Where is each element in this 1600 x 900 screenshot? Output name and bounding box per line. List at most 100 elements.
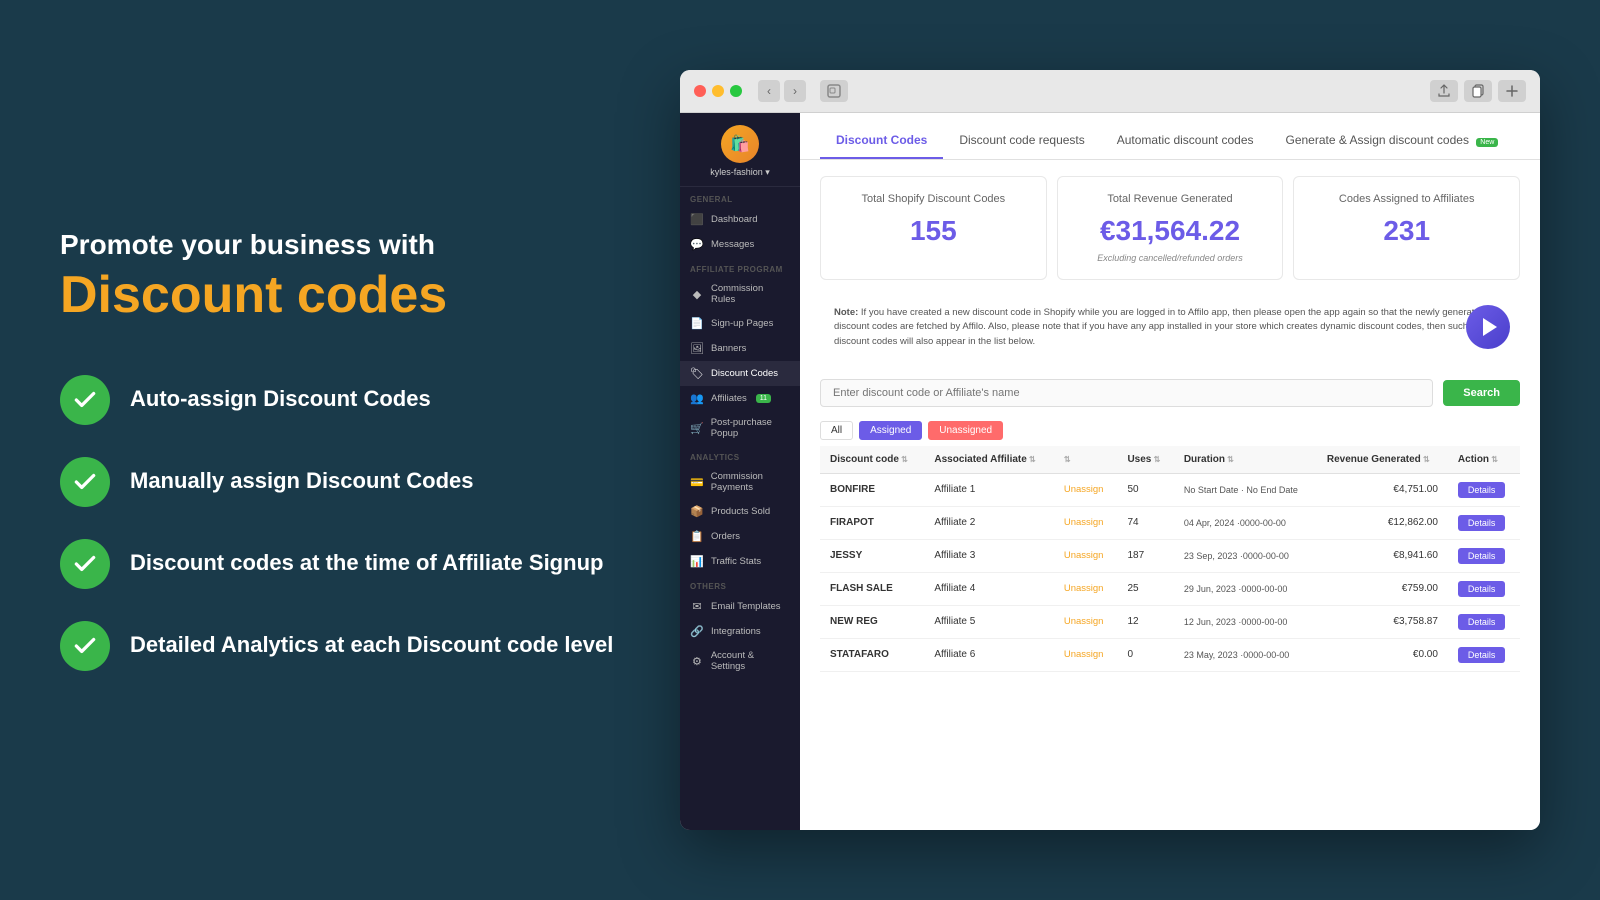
new-badge: New [1476,138,1498,147]
tab-discount-code-requests[interactable]: Discount code requests [943,127,1100,159]
traffic-stats-icon: 📊 [690,555,704,568]
stat-label-revenue: Total Revenue Generated [1074,193,1267,205]
filter-unassigned[interactable]: Unassigned [928,421,1003,440]
main-title: Discount codes [60,267,640,324]
commission-payments-label: Commission Payments [711,471,790,493]
tab-button[interactable] [820,80,848,102]
col-unassign [1054,446,1118,474]
sidebar-item-commission-payments[interactable]: 💳 Commission Payments [680,465,800,499]
note-box: Note: If you have created a new discount… [820,296,1520,359]
tab-generate-assign[interactable]: Generate & Assign discount codes New [1270,127,1515,159]
traffic-lights [694,85,742,97]
tabs-bar: Discount Codes Discount code requests Au… [800,113,1540,160]
col-revenue: Revenue Generated [1317,446,1448,474]
cell-action-2[interactable]: Details [1448,539,1520,572]
cell-action-5[interactable]: Details [1448,638,1520,671]
feature-list: Auto-assign Discount Codes Manually assi… [60,375,640,671]
sidebar-item-messages[interactable]: 💬 Messages [680,232,800,257]
tab-automatic-discount-codes[interactable]: Automatic discount codes [1101,127,1270,159]
filter-all[interactable]: All [820,421,853,440]
red-dot[interactable] [694,85,706,97]
cell-duration-3: 29 Jun, 2023 ·0000-00-00 [1174,572,1317,605]
cell-action-1[interactable]: Details [1448,506,1520,539]
col-action: Action [1448,446,1520,474]
share-button[interactable] [1430,80,1458,102]
sidebar-item-products-sold[interactable]: 📦 Products Sold [680,499,800,524]
cell-revenue-0: €4,751.00 [1317,473,1448,506]
search-button[interactable]: Search [1443,380,1520,406]
cell-affiliate-2: Affiliate 3 [924,539,1053,572]
cell-uses-2: 187 [1117,539,1173,572]
cell-unassign-5[interactable]: Unassign [1054,638,1118,671]
cell-action-0[interactable]: Details [1448,473,1520,506]
sidebar-item-signup-pages[interactable]: 📄 Sign-up Pages [680,311,800,336]
affiliates-badge: 11 [756,394,771,403]
sidebar-item-integrations[interactable]: 🔗 Integrations [680,619,800,644]
sidebar-item-affiliates[interactable]: 👥 Affiliates 11 [680,386,800,411]
table-row: BONFIRE Affiliate 1 Unassign 50 No Start… [820,473,1520,506]
table-row: STATAFARO Affiliate 6 Unassign 0 23 May,… [820,638,1520,671]
cell-uses-0: 50 [1117,473,1173,506]
play-triangle-icon [1483,318,1497,336]
stat-label-total-codes: Total Shopify Discount Codes [837,193,1030,205]
col-duration: Duration [1174,446,1317,474]
feature-item-1: Auto-assign Discount Codes [60,375,640,425]
sidebar-item-settings[interactable]: ⚙ Account & Settings [680,644,800,678]
store-name[interactable]: kyles-fashion ▾ [710,167,770,178]
sidebar-item-traffic-stats[interactable]: 📊 Traffic Stats [680,549,800,574]
sidebar-item-commission-rules[interactable]: ◆ Commission Rules [680,277,800,311]
sidebar-item-orders[interactable]: 📋 Orders [680,524,800,549]
sidebar: 🛍️ kyles-fashion ▾ GENERAL ⬛ Dashboard 💬… [680,113,800,830]
products-sold-icon: 📦 [690,505,704,518]
cell-unassign-2[interactable]: Unassign [1054,539,1118,572]
duplicate-button[interactable] [1464,80,1492,102]
feature-text-2: Manually assign Discount Codes [130,467,474,496]
table-row: JESSY Affiliate 3 Unassign 187 23 Sep, 2… [820,539,1520,572]
yellow-dot[interactable] [712,85,724,97]
browser-window: ‹ › [680,70,1540,830]
email-templates-icon: ✉ [690,600,704,613]
dashboard-label: Dashboard [711,214,757,225]
cell-code-0: BONFIRE [820,473,924,506]
search-row: Search [800,371,1540,415]
cell-unassign-0[interactable]: Unassign [1054,473,1118,506]
table-row: NEW REG Affiliate 5 Unassign 12 12 Jun, … [820,605,1520,638]
sidebar-item-discount-codes[interactable]: 🏷 Discount Codes [680,361,800,386]
table-container: Discount code Associated Affiliate Uses … [800,446,1540,672]
sidebar-item-banners[interactable]: 🖼 Banners [680,336,800,361]
cell-unassign-1[interactable]: Unassign [1054,506,1118,539]
browser-chrome: ‹ › [680,70,1540,113]
forward-button[interactable]: › [784,80,806,102]
stat-value-assigned: 231 [1310,215,1503,247]
table-row: FLASH SALE Affiliate 4 Unassign 25 29 Ju… [820,572,1520,605]
play-button[interactable] [1466,305,1510,349]
orders-icon: 📋 [690,530,704,543]
cell-action-3[interactable]: Details [1448,572,1520,605]
cell-revenue-3: €759.00 [1317,572,1448,605]
discount-codes-icon: 🏷 [690,367,704,380]
cell-action-4[interactable]: Details [1448,605,1520,638]
feature-item-2: Manually assign Discount Codes [60,457,640,507]
cell-unassign-4[interactable]: Unassign [1054,605,1118,638]
feature-item-3: Discount codes at the time of Affiliate … [60,539,640,589]
cell-duration-1: 04 Apr, 2024 ·0000-00-00 [1174,506,1317,539]
analytics-section-label: ANALYTICS [680,445,800,465]
sidebar-item-email-templates[interactable]: ✉ Email Templates [680,594,800,619]
signup-pages-label: Sign-up Pages [711,318,773,329]
sidebar-item-post-purchase[interactable]: 🛒 Post-purchase Popup [680,411,800,445]
discount-codes-label: Discount Codes [711,368,778,379]
cell-unassign-3[interactable]: Unassign [1054,572,1118,605]
search-input[interactable] [820,379,1433,407]
stat-card-assigned: Codes Assigned to Affiliates 231 [1293,176,1520,280]
cell-affiliate-1: Affiliate 2 [924,506,1053,539]
green-dot[interactable] [730,85,742,97]
back-button[interactable]: ‹ [758,80,780,102]
products-sold-label: Products Sold [711,506,770,517]
sidebar-logo: 🛍️ kyles-fashion ▾ [680,113,800,187]
add-button[interactable] [1498,80,1526,102]
filter-assigned[interactable]: Assigned [859,421,922,440]
sidebar-item-dashboard[interactable]: ⬛ Dashboard [680,207,800,232]
messages-label: Messages [711,239,754,250]
tab-discount-codes[interactable]: Discount Codes [820,127,943,159]
feature-text-1: Auto-assign Discount Codes [130,385,431,414]
